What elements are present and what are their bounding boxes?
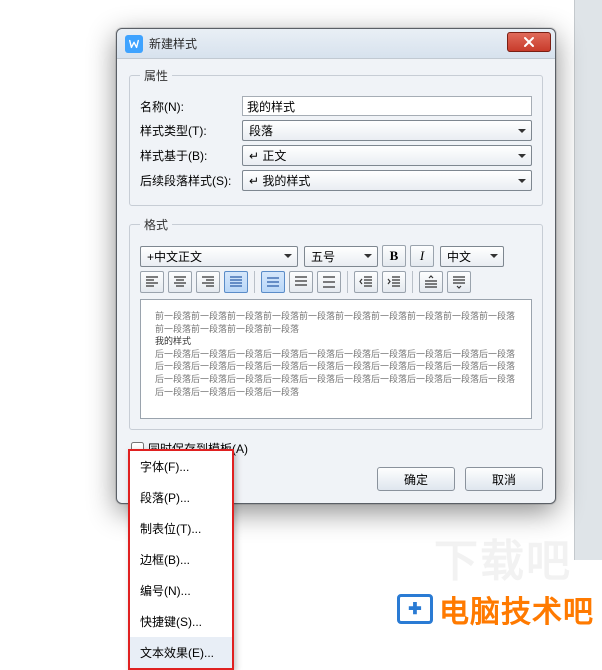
font-name-combo[interactable]: +中文正文 xyxy=(140,246,298,267)
align-center-button[interactable] xyxy=(168,271,192,293)
site-watermark-text: 电脑技术吧 xyxy=(439,587,594,631)
new-style-dialog: 新建样式 属性 名称(N): 样式类型(T): 段落 样式基于(B): ↵ 正文 xyxy=(116,28,556,504)
basedon-value: ↵ 正文 xyxy=(249,147,286,164)
menu-item-tabs[interactable]: 制表位(T)... xyxy=(130,513,232,544)
format-legend: 格式 xyxy=(140,216,172,233)
format-group: 格式 +中文正文 五号 B I 中文 xyxy=(129,216,543,430)
italic-label: I xyxy=(420,248,424,264)
lang-value: 中文 xyxy=(447,248,471,265)
font-name-value: +中文正文 xyxy=(147,248,202,265)
font-size-value: 五号 xyxy=(311,248,335,265)
properties-legend: 属性 xyxy=(140,67,172,84)
menu-item-paragraph[interactable]: 段落(P)... xyxy=(130,482,232,513)
styletype-label: 样式类型(T): xyxy=(140,122,236,139)
toolbar-separator xyxy=(412,271,413,293)
toolbar-separator xyxy=(347,271,348,293)
following-combo[interactable]: ↵ 我的样式 xyxy=(242,170,532,191)
site-watermark: 电脑技术吧 xyxy=(397,587,594,631)
name-label: 名称(N): xyxy=(140,98,236,115)
background-scrollbar-area xyxy=(574,0,602,560)
basedon-label: 样式基于(B): xyxy=(140,147,236,164)
menu-item-border[interactable]: 边框(B)... xyxy=(130,544,232,575)
space-before-decrease-button[interactable] xyxy=(419,271,443,293)
titlebar[interactable]: 新建样式 xyxy=(117,29,555,59)
bold-label: B xyxy=(390,248,399,264)
linespacing-2-button[interactable] xyxy=(317,271,341,293)
styletype-value: 段落 xyxy=(249,122,273,139)
space-before-increase-button[interactable] xyxy=(447,271,471,293)
menu-item-text-effects[interactable]: 文本效果(E)... xyxy=(130,637,232,668)
faint-watermark: 下载吧 xyxy=(434,525,572,589)
preview-current-text: 我的样式 xyxy=(155,335,517,348)
align-right-button[interactable] xyxy=(196,271,220,293)
italic-button[interactable]: I xyxy=(410,245,434,267)
ok-button[interactable]: 确定 xyxy=(377,467,455,491)
linespacing-1-button[interactable] xyxy=(261,271,285,293)
style-preview: 前一段落前一段落前一段落前一段落前一段落前一段落前一段落前一段落前一段落前一段落… xyxy=(140,299,532,419)
paragraph-toolbar xyxy=(140,271,532,293)
align-left-button[interactable] xyxy=(140,271,164,293)
close-button[interactable] xyxy=(507,32,551,52)
basedon-combo[interactable]: ↵ 正文 xyxy=(242,145,532,166)
site-logo-icon xyxy=(397,594,433,624)
menu-item-shortcut[interactable]: 快捷键(S)... xyxy=(130,606,232,637)
menu-item-numbering[interactable]: 编号(N)... xyxy=(130,575,232,606)
properties-group: 属性 名称(N): 样式类型(T): 段落 样式基于(B): ↵ 正文 后续段落… xyxy=(129,67,543,206)
following-value: ↵ 我的样式 xyxy=(249,172,310,189)
dialog-body: 属性 名称(N): 样式类型(T): 段落 样式基于(B): ↵ 正文 后续段落… xyxy=(117,59,555,503)
font-toolbar: +中文正文 五号 B I 中文 xyxy=(140,245,532,267)
following-label: 后续段落样式(S): xyxy=(140,172,236,189)
styletype-combo[interactable]: 段落 xyxy=(242,120,532,141)
cancel-button[interactable]: 取消 xyxy=(465,467,543,491)
bold-button[interactable]: B xyxy=(382,245,406,267)
indent-decrease-button[interactable] xyxy=(354,271,378,293)
align-justify-button[interactable] xyxy=(224,271,248,293)
font-size-combo[interactable]: 五号 xyxy=(304,246,378,267)
name-input[interactable] xyxy=(242,96,532,116)
indent-increase-button[interactable] xyxy=(382,271,406,293)
linespacing-1-5-button[interactable] xyxy=(289,271,313,293)
lang-combo[interactable]: 中文 xyxy=(440,246,504,267)
preview-prev-text: 前一段落前一段落前一段落前一段落前一段落前一段落前一段落前一段落前一段落前一段落… xyxy=(155,310,517,335)
dialog-title: 新建样式 xyxy=(149,35,197,52)
menu-item-font[interactable]: 字体(F)... xyxy=(130,451,232,482)
format-dropdown-menu: 字体(F)... 段落(P)... 制表位(T)... 边框(B)... 编号(… xyxy=(128,449,234,670)
toolbar-separator xyxy=(254,271,255,293)
app-icon xyxy=(125,35,143,53)
preview-next-text: 后一段落后一段落后一段落后一段落后一段落后一段落后一段落后一段落后一段落后一段落… xyxy=(155,348,517,398)
